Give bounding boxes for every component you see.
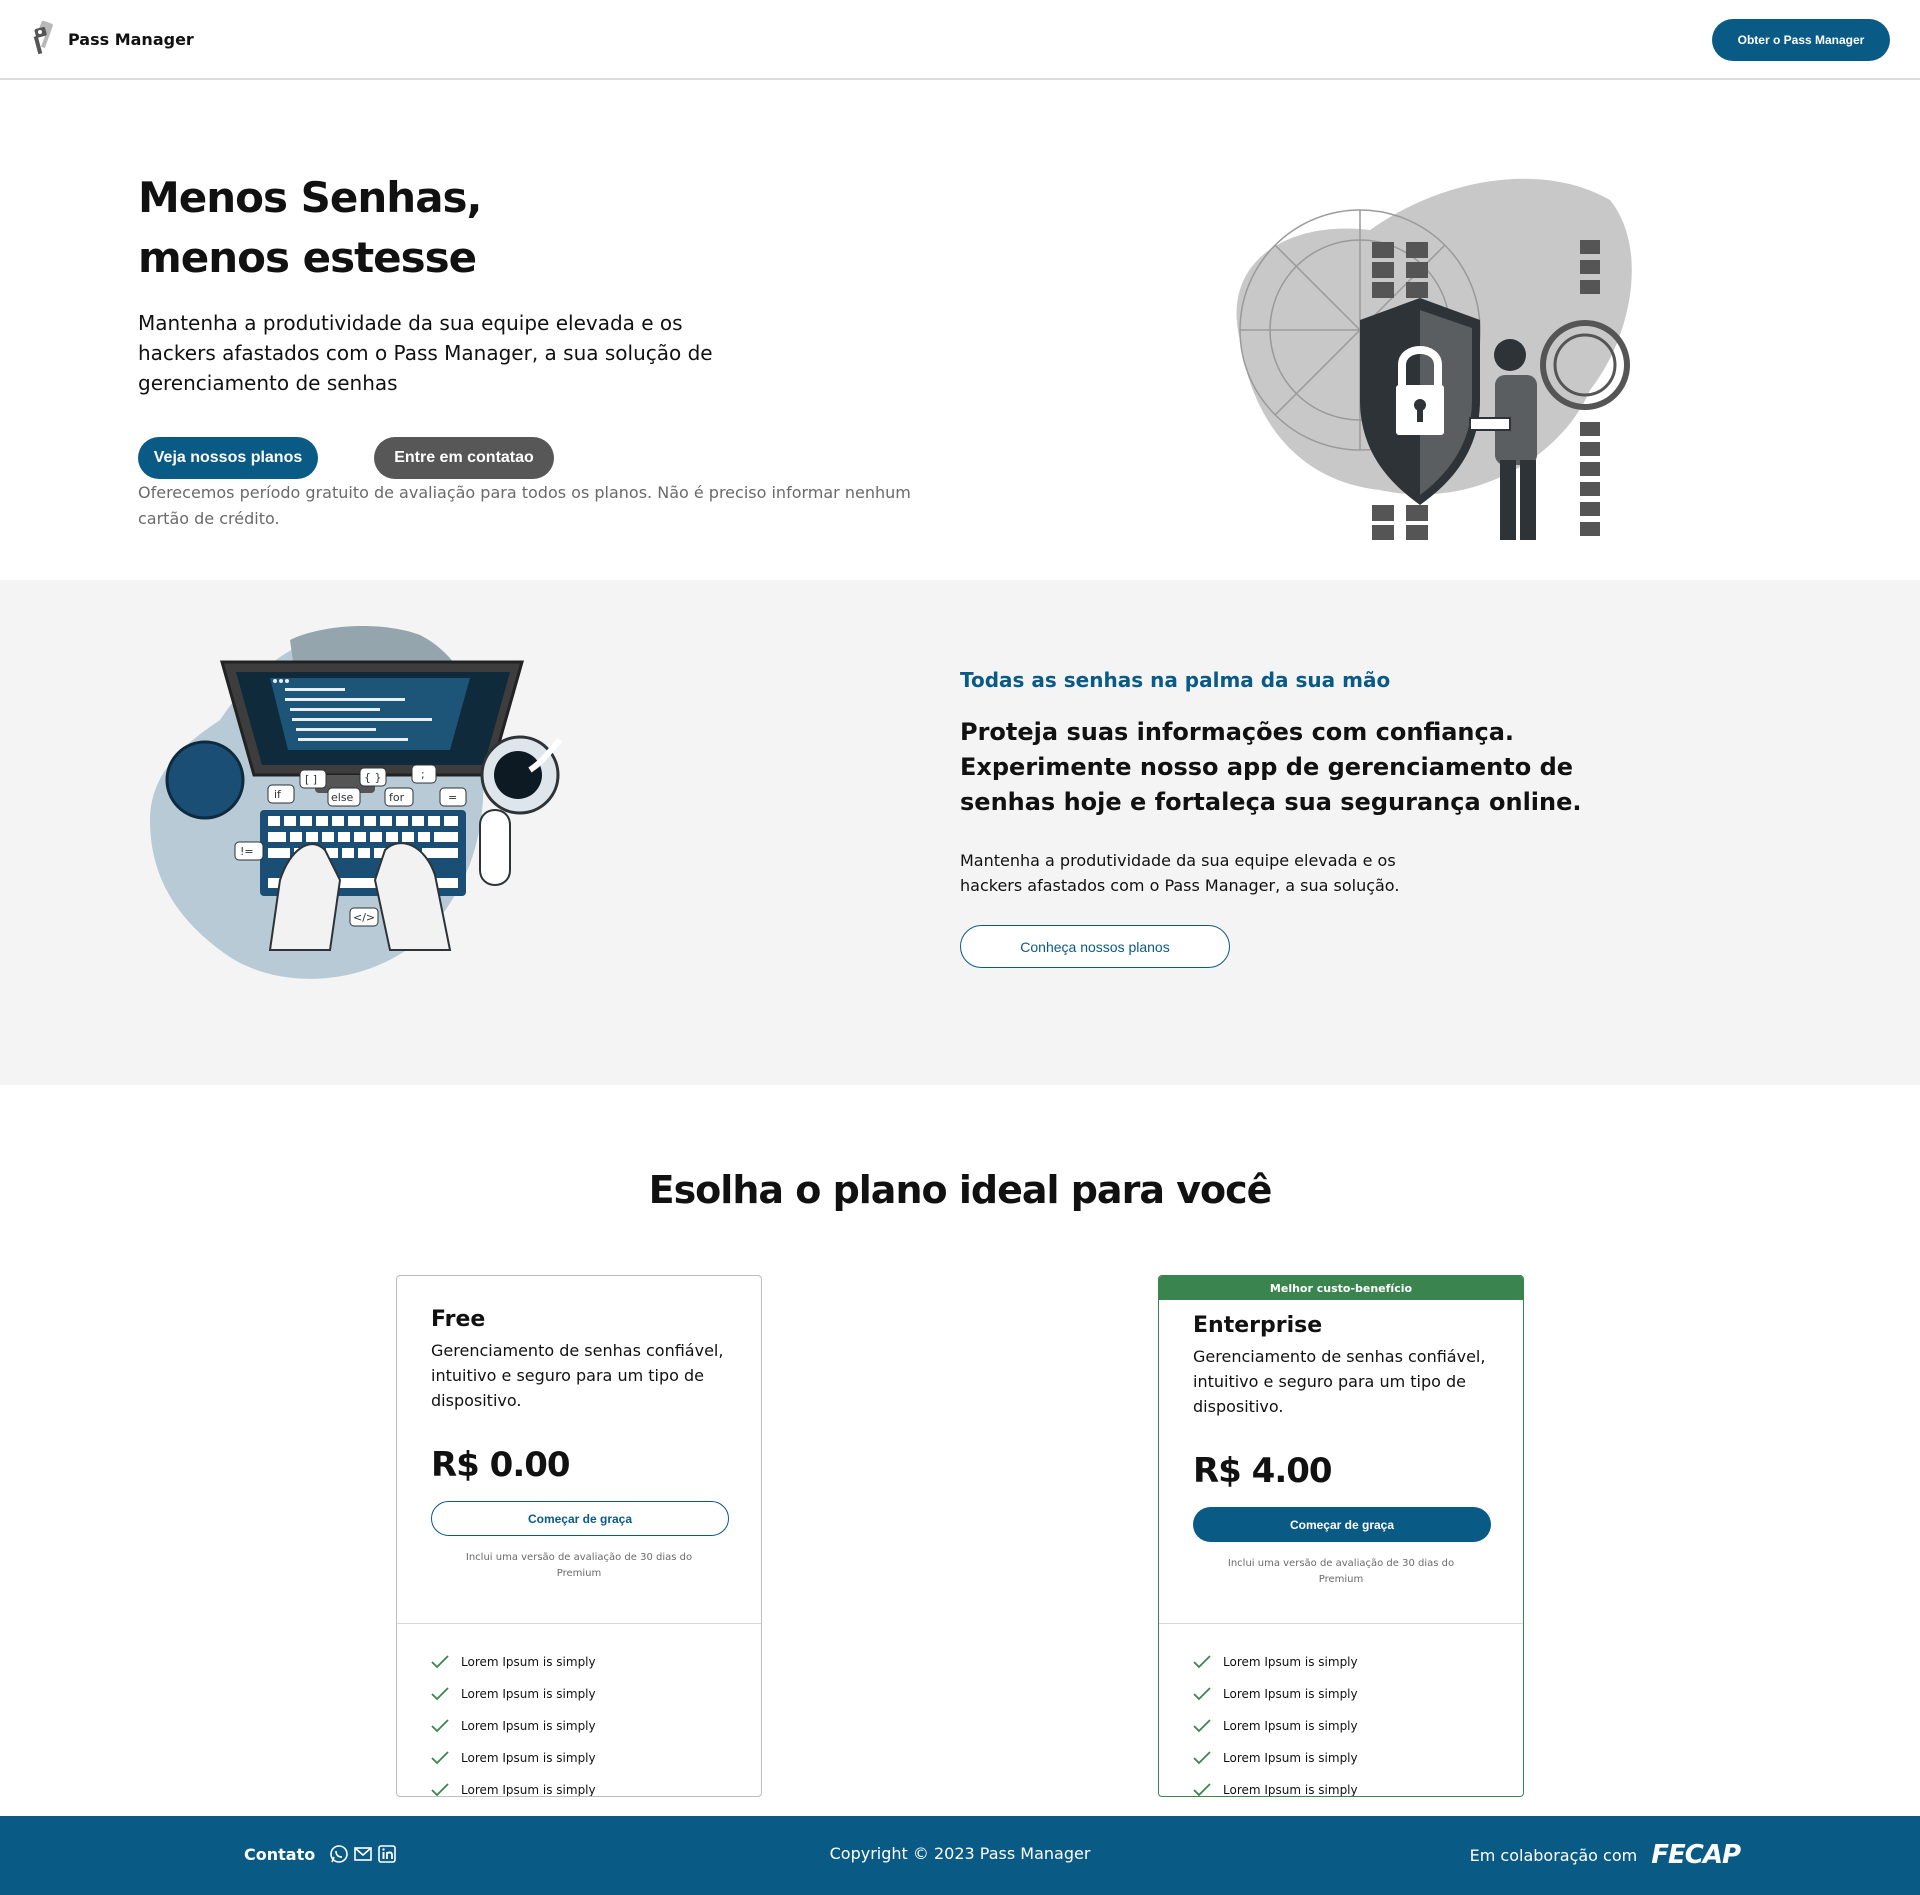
plan-feature-item: Lorem Ipsum is simply xyxy=(1193,1742,1358,1774)
plan-features-list: Lorem Ipsum is simply Lorem Ipsum is sim… xyxy=(431,1646,596,1797)
plan-feature-item: Lorem Ipsum is simply xyxy=(431,1774,596,1797)
check-icon xyxy=(1193,1719,1211,1733)
view-plans-button[interactable]: Veja nossos planos xyxy=(138,437,318,479)
know-plans-button[interactable]: Conheça nossos planos xyxy=(960,925,1230,968)
plan-note: Inclui uma versão de avaliação de 30 dia… xyxy=(1227,1558,1455,1585)
collab-label: Em colaboração com xyxy=(1469,1845,1638,1865)
plan-price: R$ 0.00 xyxy=(431,1445,571,1485)
plan-feature-item: Lorem Ipsum is simply xyxy=(1193,1646,1358,1678)
plan-feature-item: Lorem Ipsum is simply xyxy=(1193,1678,1358,1710)
site-footer: Copyright © 2023 Pass Manager Contato Em… xyxy=(0,1816,1920,1895)
footer-collaboration: Em colaboração com FECAP xyxy=(1469,1840,1741,1870)
plan-feature-text: Lorem Ipsum is simply xyxy=(461,1719,596,1733)
check-icon xyxy=(431,1751,449,1765)
plan-feature-text: Lorem Ipsum is simply xyxy=(461,1783,596,1797)
brand[interactable]: Pass Manager xyxy=(30,20,194,58)
plan-feature-text: Lorem Ipsum is simply xyxy=(1223,1687,1358,1701)
plan-name: Enterprise xyxy=(1193,1313,1323,1338)
plan-note: Inclui uma versão de avaliação de 30 dia… xyxy=(465,1552,693,1579)
plan-card-body: Free Gerenciamento de senhas confiável, … xyxy=(397,1276,761,1582)
check-icon xyxy=(1193,1751,1211,1765)
hero-title-line1: Menos Senhas, xyxy=(138,173,483,222)
plan-feature-text: Lorem Ipsum is simply xyxy=(1223,1655,1358,1669)
whatsapp-icon[interactable] xyxy=(329,1844,349,1864)
plan-price: R$ 4.00 xyxy=(1193,1451,1333,1491)
plan-feature-item: Lorem Ipsum is simply xyxy=(1193,1710,1358,1742)
plan-card-free: Free Gerenciamento de senhas confiável, … xyxy=(396,1275,762,1797)
feature-description: Mantenha a produtividade da sua equipe e… xyxy=(960,851,1400,895)
security-lock-illustration xyxy=(1236,178,1632,540)
check-icon xyxy=(1193,1655,1211,1669)
feature-section: if [ ] else { } for ; = != </> Todas as … xyxy=(0,580,1920,1085)
best-value-badge: Melhor custo-benefício xyxy=(1159,1276,1523,1300)
contact-button[interactable]: Entre em contatao xyxy=(374,437,554,479)
check-icon xyxy=(431,1783,449,1796)
code-token-braces: { } xyxy=(364,771,382,784)
plan-feature-text: Lorem Ipsum is simply xyxy=(461,1751,596,1765)
feature-eyebrow: Todas as senhas na palma da sua mão xyxy=(960,668,1391,692)
code-token-not-equal: != xyxy=(240,845,254,858)
feature-title: Proteja suas informações com confiança. … xyxy=(960,718,1582,816)
plan-feature-text: Lorem Ipsum is simply xyxy=(461,1687,596,1701)
plan-card-enterprise: Melhor custo-benefício Enterprise Gerenc… xyxy=(1158,1275,1524,1797)
plan-feature-item: Lorem Ipsum is simply xyxy=(431,1646,596,1678)
footer-contact: Contato xyxy=(244,1844,397,1864)
plans-title: Esolha o plano ideal para você xyxy=(648,1168,1273,1212)
plan-feature-text: Lorem Ipsum is simply xyxy=(1223,1751,1358,1765)
plan-feature-item: Lorem Ipsum is simply xyxy=(431,1742,596,1774)
plan-feature-item: Lorem Ipsum is simply xyxy=(431,1710,596,1742)
hero-title: Menos Senhas, menos estesse xyxy=(138,168,738,288)
hero-note: Oferecemos período gratuito de avaliação… xyxy=(138,483,911,528)
developer-desk-illustration: if [ ] else { } for ; = != </> xyxy=(150,625,563,979)
code-token-for: for xyxy=(389,791,405,804)
fecap-logo[interactable]: FECAP xyxy=(1651,1840,1741,1870)
code-token-if: if xyxy=(274,788,282,801)
plan-feature-text: Lorem Ipsum is simply xyxy=(1223,1783,1358,1797)
plan-description: Gerenciamento de senhas confiável, intui… xyxy=(1193,1347,1486,1416)
plan-name: Free xyxy=(431,1307,486,1332)
code-token-equals: = xyxy=(448,791,457,804)
brand-name: Pass Manager xyxy=(68,29,194,49)
start-enterprise-button[interactable]: Começar de graça xyxy=(1193,1507,1491,1542)
plan-feature-item: Lorem Ipsum is simply xyxy=(1193,1774,1358,1797)
plan-divider xyxy=(1159,1623,1523,1624)
plan-description: Gerenciamento de senhas confiável, intui… xyxy=(431,1341,724,1410)
check-icon xyxy=(1193,1687,1211,1701)
linkedin-icon[interactable] xyxy=(377,1844,397,1864)
code-token-tag: </> xyxy=(353,911,375,924)
plan-feature-item: Lorem Ipsum is simply xyxy=(431,1678,596,1710)
code-token-semicolon: ; xyxy=(421,768,425,781)
check-icon xyxy=(431,1655,449,1669)
keys-logo-icon xyxy=(33,20,53,55)
check-icon xyxy=(1193,1783,1211,1796)
plan-features-list: Lorem Ipsum is simply Lorem Ipsum is sim… xyxy=(1193,1646,1358,1797)
code-token-brackets: [ ] xyxy=(305,773,317,786)
hero-section: Menos Senhas, menos estesse Mantenha a p… xyxy=(0,80,1920,580)
hero-title-line2: menos estesse xyxy=(138,233,477,282)
mail-icon[interactable] xyxy=(353,1844,373,1864)
hero-description: Mantenha a produtividade da sua equipe e… xyxy=(138,311,713,395)
check-icon xyxy=(431,1719,449,1733)
contact-label: Contato xyxy=(244,1844,316,1864)
code-token-else: else xyxy=(331,791,354,804)
get-pass-manager-button[interactable]: Obter o Pass Manager xyxy=(1712,19,1890,61)
check-icon xyxy=(431,1687,449,1701)
plan-feature-text: Lorem Ipsum is simply xyxy=(461,1655,596,1669)
plan-card-body: Enterprise Gerenciamento de senhas confi… xyxy=(1159,1300,1523,1588)
social-links xyxy=(329,1844,397,1864)
plan-divider xyxy=(397,1623,761,1624)
plan-feature-text: Lorem Ipsum is simply xyxy=(1223,1719,1358,1733)
site-header: Pass Manager Obter o Pass Manager xyxy=(0,0,1920,80)
start-free-button[interactable]: Começar de graça xyxy=(431,1501,729,1536)
